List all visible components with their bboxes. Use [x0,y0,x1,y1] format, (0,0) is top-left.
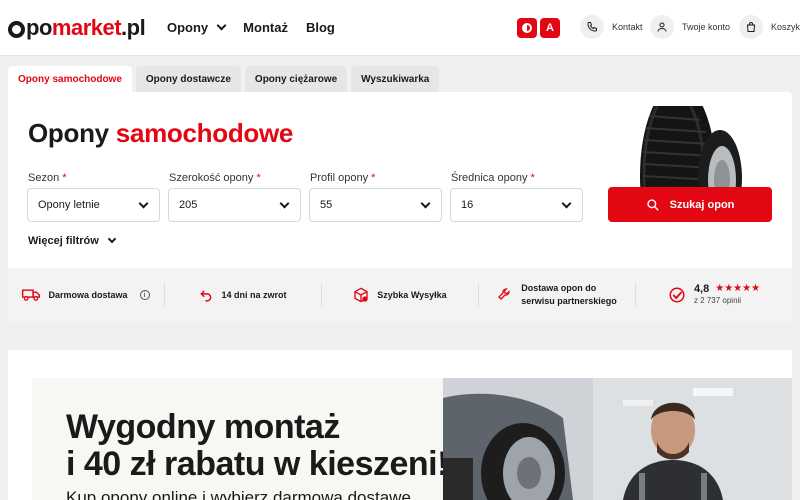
tab-wyszukiwarka[interactable]: Wyszukiwarka [351,66,440,92]
nav-montaz[interactable]: Montaż [243,20,288,35]
profile-select[interactable]: 55 [309,188,442,222]
main-nav: Opony Montaż Blog [167,20,335,35]
chevron-down-icon [216,20,227,31]
search-tires-button[interactable]: Szukaj opon [608,187,772,222]
site-logo[interactable]: po market .pl [8,15,146,41]
width-select[interactable]: 205 [168,188,301,222]
user-icon [650,15,674,39]
search-title: Opony samochodowe [28,118,294,148]
season-select[interactable]: Opony letnie [27,188,160,222]
promo-headline-1: Wygodny montaż [66,408,340,446]
logo-tire-icon [8,20,25,38]
promo-headline-2: i 40 zł rabatu w kieszeni! [66,445,448,483]
nav-opony[interactable]: Opony [167,20,227,35]
return-icon [200,290,212,302]
more-filters-toggle[interactable]: Więcej filtrów [28,234,117,247]
rating-value: 4,8 [693,283,710,295]
benefit-free-delivery: Darmowa dostawa i [8,283,165,307]
tab-opony-dostawcze[interactable]: Opony dostawcze [135,66,241,92]
promo-banner[interactable]: Wygodny montaż i 40 zł rabatu w kieszeni… [8,350,792,500]
chevron-down-icon [420,198,431,209]
benefit-rating[interactable]: 4,8 ★★★★★ z 2 737 opinii [636,283,792,307]
info-icon[interactable]: i [139,290,150,300]
wrench-icon [498,288,510,300]
season-label: Sezon * [28,172,67,184]
contact-link[interactable]: Kontakt [580,15,643,39]
cart-icon [739,15,763,39]
tab-opony-ciezarowe[interactable]: Opony ciężarowe [244,66,348,92]
rating-stars: ★★★★★ [715,283,761,294]
width-label: Szerokość opony * [169,172,261,184]
promo-subline: Kup opony online i wybierz darmową dosta… [66,488,411,500]
package-icon [354,287,368,303]
nav-blog[interactable]: Blog [306,20,335,35]
diameter-select[interactable]: 16 [450,188,583,222]
contrast-icon [522,23,532,33]
tab-opony-samochodowe[interactable]: Opony samochodowe [8,66,132,92]
site-header: po market .pl Opony Montaż Blog A Kontakt … [0,0,800,56]
benefit-partner-delivery: Dostawa opon do serwisu partnerskiego [479,283,636,307]
chevron-down-icon [107,234,117,244]
search-icon [646,198,659,211]
tire-search-panel: Opony samochodowe Sezon * Opony letnie S… [8,92,792,322]
chevron-down-icon [138,198,149,209]
contrast-toggle-button[interactable] [517,18,537,38]
chevron-down-icon [561,198,572,209]
truck-icon [22,289,41,301]
category-tabs: Opony samochodowe Opony dostawcze Opony … [8,66,440,92]
chevron-down-icon [279,198,290,209]
benefit-returns: 14 dni na zwrot [165,283,322,307]
mechanic-photo [443,378,792,500]
cart-link[interactable]: Koszyk [739,15,800,39]
benefits-bar: Darmowa dostawa i 14 dni na zwrot Szybka… [8,268,792,322]
profile-label: Profil opony * [310,172,376,184]
review-count: z 2 737 opinii [693,296,742,305]
tire-image [640,106,742,191]
check-circle-icon [669,287,685,303]
font-size-button[interactable]: A [540,18,560,38]
phone-icon [580,15,604,39]
diameter-label: Średnica opony * [451,172,535,184]
account-link[interactable]: Twoje konto [650,15,730,39]
benefit-fast-shipping: Szybka Wysyłka [322,283,479,307]
